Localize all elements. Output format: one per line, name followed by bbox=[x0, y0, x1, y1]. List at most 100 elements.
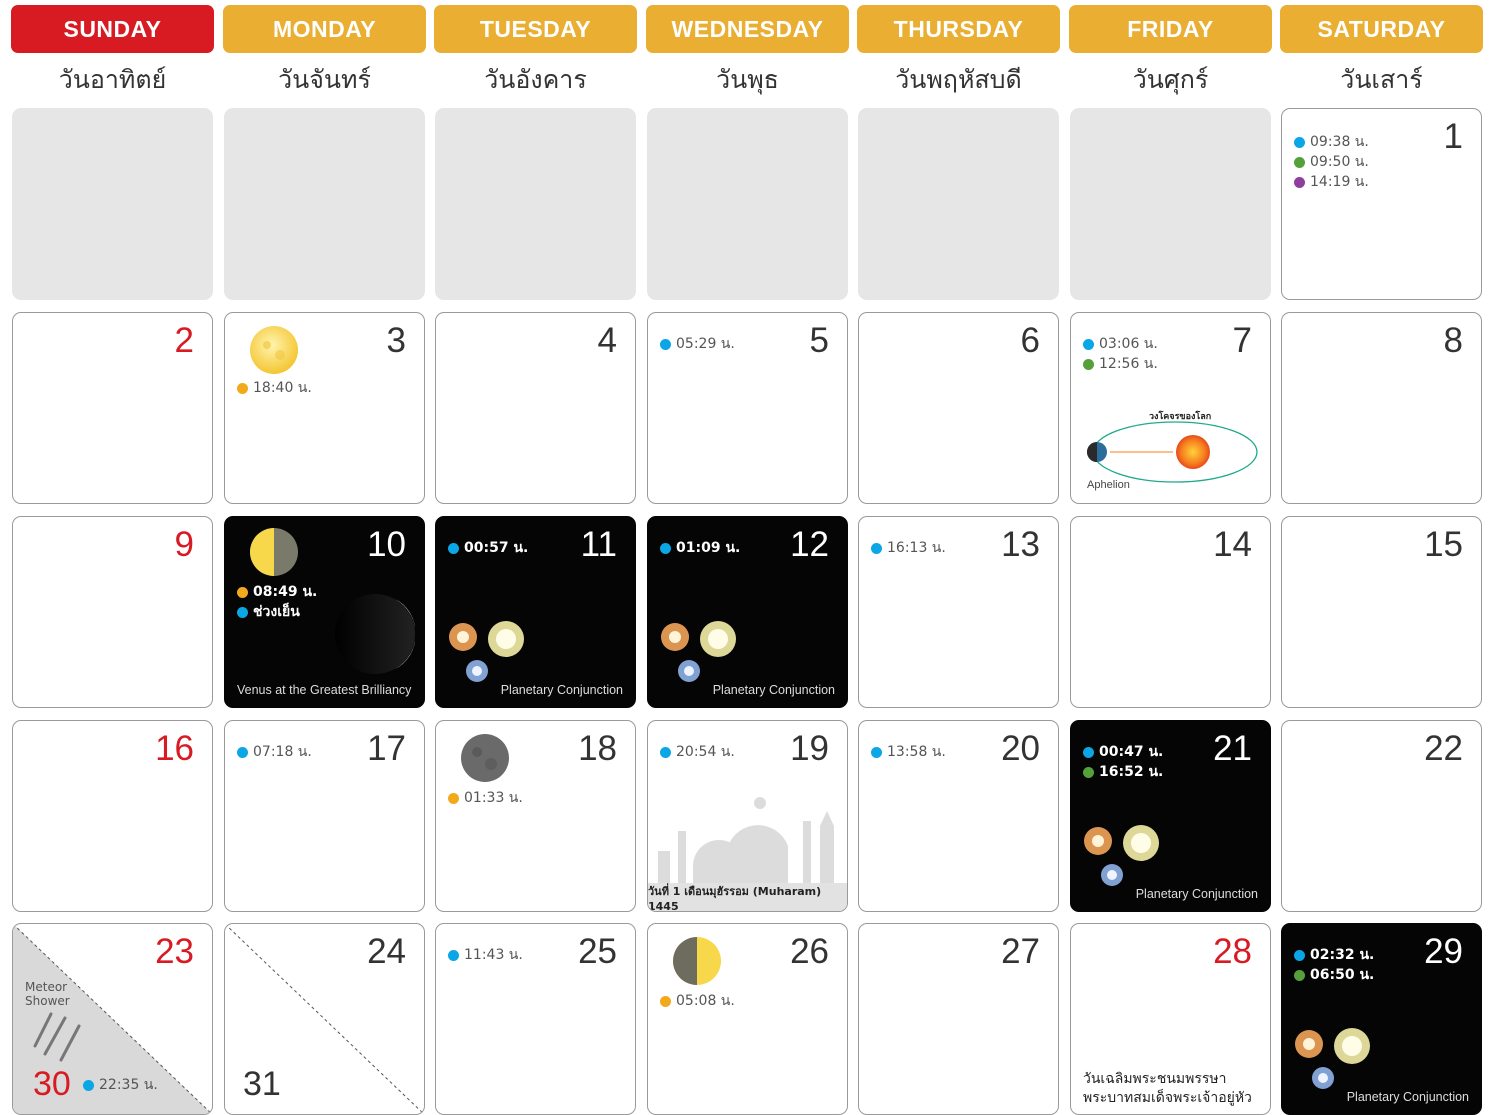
event-time: 13:58 น. bbox=[871, 741, 946, 763]
day-cell-24-31[interactable]: 24 31 bbox=[224, 923, 425, 1115]
day-cell-25[interactable]: 25 11:43 น. bbox=[435, 923, 636, 1115]
blue-dot-icon bbox=[448, 949, 459, 961]
header-monday: MONDAY bbox=[223, 5, 426, 53]
blue-dot-icon bbox=[1083, 746, 1094, 758]
event-time: 16:52 น. bbox=[1083, 761, 1163, 783]
green-dot-icon bbox=[1083, 358, 1094, 370]
blue-dot-icon bbox=[83, 1079, 94, 1091]
day-cell-29[interactable]: 29 02:32 น. 06:50 น. Planetary Conjuncti… bbox=[1281, 923, 1482, 1115]
event-time: 09:38 น. bbox=[1294, 131, 1369, 153]
meteor-caption: Meteor Shower bbox=[25, 980, 70, 1008]
day-cell-28[interactable]: 28 วันเฉลิมพระชนมพรรษา พระบาทสมเด็จพระเจ… bbox=[1070, 923, 1271, 1115]
day-number: 4 bbox=[597, 321, 617, 360]
event-time: 00:47 น. bbox=[1083, 741, 1163, 763]
meteor-shower-icon bbox=[33, 1012, 81, 1062]
conjunction-caption: Planetary Conjunction bbox=[1135, 887, 1258, 901]
mosque-icon bbox=[648, 797, 847, 891]
header-friday: FRIDAY bbox=[1069, 5, 1272, 53]
day-cell-26[interactable]: 26 05:08 น. bbox=[647, 923, 848, 1115]
day-cell-23-30[interactable]: 23 Meteor Shower 30 22:35 น. bbox=[12, 923, 213, 1115]
day-cell-5[interactable]: 5 05:29 น. bbox=[647, 312, 848, 504]
day-cell-10[interactable]: 10 08:49 น. ช่วงเย็น Venus at the Greate… bbox=[224, 516, 425, 708]
blue-dot-icon bbox=[448, 542, 459, 554]
thai-tuesday: วันอังคาร bbox=[484, 65, 587, 94]
day-cell-16[interactable]: 16 bbox=[12, 720, 213, 912]
event-time: 05:08 น. bbox=[660, 990, 735, 1012]
day-cell-18[interactable]: 18 01:33 น. bbox=[435, 720, 636, 912]
day-number: 1 bbox=[1443, 117, 1463, 156]
day-number-31: 31 bbox=[243, 1065, 281, 1103]
day-number: 10 bbox=[367, 525, 406, 564]
last-quarter-moon-icon bbox=[673, 937, 721, 985]
day-cell-2[interactable]: 2 bbox=[12, 312, 213, 504]
day-cell-20[interactable]: 20 13:58 น. bbox=[858, 720, 1059, 912]
day-cell-8[interactable]: 8 bbox=[1281, 312, 1482, 504]
day-cell-14[interactable]: 14 bbox=[1070, 516, 1271, 708]
day-cell-27[interactable]: 27 bbox=[858, 923, 1059, 1115]
event-time: 12:56 น. bbox=[1083, 353, 1158, 375]
aphelion-orbit-icon bbox=[1087, 421, 1258, 483]
day-number: 24 bbox=[367, 932, 406, 971]
day-cell-12[interactable]: 12 01:09 น. Planetary Conjunction bbox=[647, 516, 848, 708]
aphelion-caption: Aphelion bbox=[1087, 479, 1130, 491]
header-saturday: SATURDAY bbox=[1280, 5, 1483, 53]
purple-dot-icon bbox=[1294, 176, 1305, 188]
blue-dot-icon bbox=[871, 746, 882, 758]
empty-cell bbox=[12, 108, 213, 300]
header-tuesday: TUESDAY bbox=[434, 5, 637, 53]
holiday-note: วันเฉลิมพระชนมพรรษา พระบาทสมเด็จพระเจ้าอ… bbox=[1083, 1071, 1252, 1106]
event-time: 05:29 น. bbox=[660, 333, 735, 355]
thai-sunday: วันอาทิตย์ bbox=[58, 65, 167, 94]
empty-cell bbox=[647, 108, 848, 300]
day-cell-19[interactable]: 19 20:54 น. วันที่ 1 เดือนมุฮัรรอม (Muha… bbox=[647, 720, 848, 912]
day-cell-21[interactable]: 21 00:47 น. 16:52 น. Planetary Conjuncti… bbox=[1070, 720, 1271, 912]
blue-dot-icon bbox=[660, 746, 671, 758]
day-number: 11 bbox=[580, 525, 617, 564]
day-number: 21 bbox=[1213, 729, 1252, 768]
orange-dot-icon bbox=[448, 792, 459, 804]
event-time: 09:50 น. bbox=[1294, 151, 1369, 173]
day-number: 13 bbox=[1001, 525, 1040, 564]
day-cell-4[interactable]: 4 bbox=[435, 312, 636, 504]
event-time: 18:40 น. bbox=[237, 377, 312, 399]
thai-thursday: วันพฤหัสบดี bbox=[895, 65, 1022, 94]
day-cell-6[interactable]: 6 bbox=[858, 312, 1059, 504]
blue-dot-icon bbox=[1294, 949, 1305, 961]
day-cell-17[interactable]: 17 07:18 น. bbox=[224, 720, 425, 912]
event-time: 02:32 น. bbox=[1294, 944, 1374, 966]
empty-cell bbox=[224, 108, 425, 300]
event-time: 16:13 น. bbox=[871, 537, 946, 559]
empty-cell bbox=[1070, 108, 1271, 300]
day-number: 28 bbox=[1213, 932, 1252, 971]
event-time: 01:09 น. bbox=[660, 537, 740, 559]
day-cell-13[interactable]: 13 16:13 น. bbox=[858, 516, 1059, 708]
event-time: ช่วงเย็น bbox=[237, 601, 300, 623]
full-moon-icon bbox=[250, 326, 298, 374]
day-number: 2 bbox=[174, 321, 194, 360]
event-time: 22:35 น. bbox=[83, 1074, 158, 1096]
day-number: 9 bbox=[174, 525, 194, 564]
event-time: 07:18 น. bbox=[237, 741, 312, 763]
event-time: 03:06 น. bbox=[1083, 333, 1158, 355]
day-number: 20 bbox=[1001, 729, 1040, 768]
day-cell-22[interactable]: 22 bbox=[1281, 720, 1482, 912]
event-time: 08:49 น. bbox=[237, 581, 317, 603]
new-moon-icon bbox=[461, 734, 509, 782]
blue-dot-icon bbox=[660, 338, 671, 350]
day-number: 23 bbox=[155, 932, 194, 971]
day-number: 22 bbox=[1424, 729, 1463, 768]
day-number: 15 bbox=[1424, 525, 1463, 564]
day-cell-15[interactable]: 15 bbox=[1281, 516, 1482, 708]
day-number-30: 30 bbox=[33, 1065, 71, 1103]
event-time: 14:19 น. bbox=[1294, 171, 1369, 193]
day-cell-3[interactable]: 3 18:40 น. bbox=[224, 312, 425, 504]
day-cell-11[interactable]: 11 00:57 น. Planetary Conjunction bbox=[435, 516, 636, 708]
day-cell-7[interactable]: 7 03:06 น. 12:56 น. วงโคจรของโลก Aphelio… bbox=[1070, 312, 1271, 504]
header-wednesday: WEDNESDAY bbox=[646, 5, 849, 53]
empty-cell bbox=[858, 108, 1059, 300]
day-number: 26 bbox=[790, 932, 829, 971]
day-cell-9[interactable]: 9 bbox=[12, 516, 213, 708]
day-number: 17 bbox=[367, 729, 406, 768]
day-cell-1[interactable]: 1 09:38 น. 09:50 น. 14:19 น. bbox=[1281, 108, 1482, 300]
venus-crescent-icon bbox=[335, 594, 415, 674]
